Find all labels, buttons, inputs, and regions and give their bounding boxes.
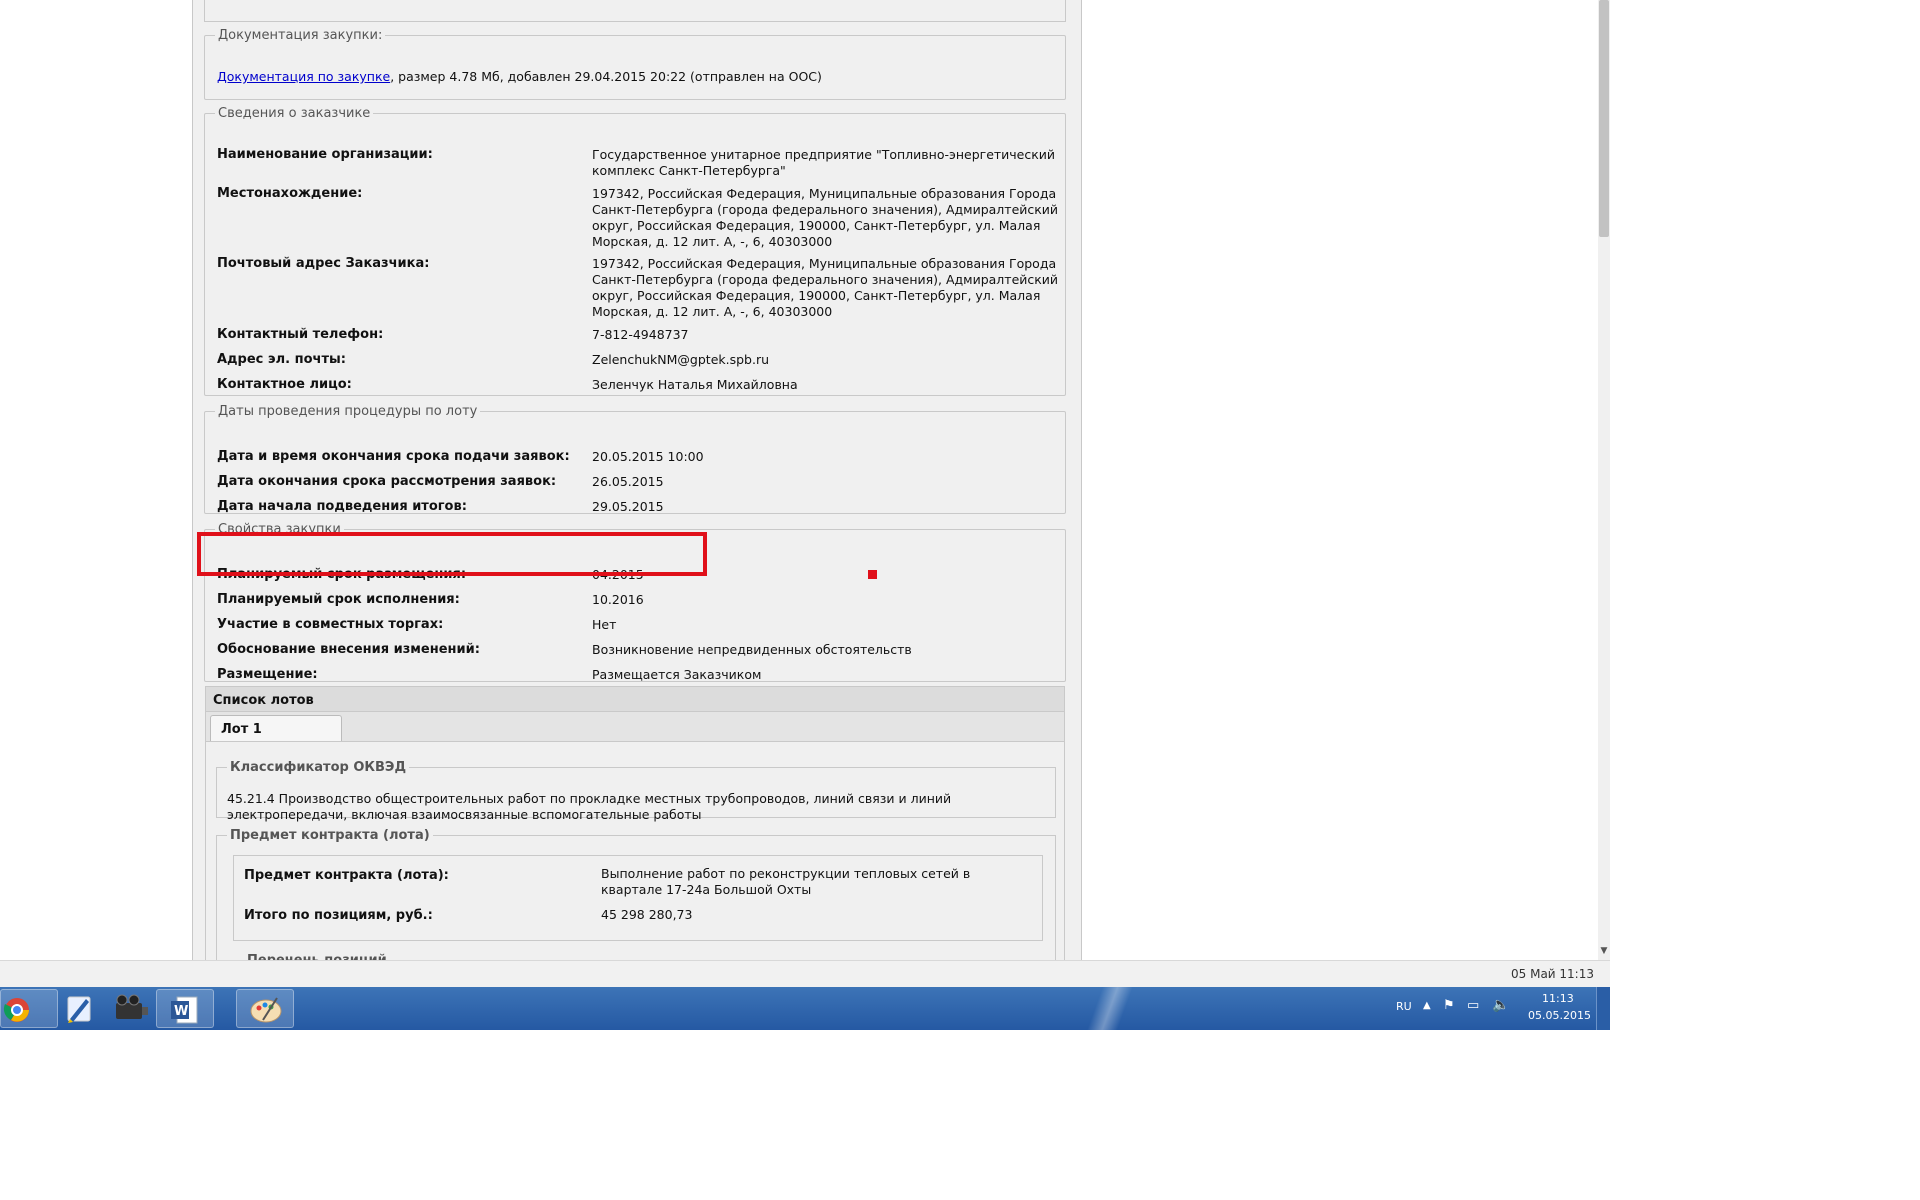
taskbar-media-app[interactable] [104, 989, 162, 1028]
previous-section-bottom [204, 0, 1066, 22]
svg-text:W: W [174, 1004, 188, 1019]
pen-tablet-icon [67, 996, 91, 1023]
taskbar-pen-app[interactable] [50, 989, 108, 1028]
taskbar: W RU ▲ ⚑ ▭ 🔈 11:13 05.05.2015 [0, 987, 1610, 1030]
row-value: Выполнение работ по реконструкции теплов… [601, 866, 971, 897]
row-label: Дата окончания срока рассмотрения заявок… [217, 474, 557, 489]
row-label: Местонахождение: [217, 186, 363, 201]
scrollbar-thumb[interactable] [1599, 0, 1609, 237]
row-label: Участие в совместных торгах: [217, 617, 444, 632]
taskbar-word[interactable]: W [156, 989, 214, 1028]
page-content: Документация закупки: Документация по за… [192, 0, 1082, 993]
clock-time[interactable]: 11:13 [1542, 992, 1574, 1005]
subject-box: Предмет контракта (лота): Выполнение раб… [233, 855, 1043, 941]
row-value: Возникновение непредвиденных обстоятельс… [592, 642, 912, 657]
row-label: Дата и время окончания срока подачи заяв… [217, 449, 570, 464]
language-indicator[interactable]: RU [1396, 1000, 1412, 1013]
documentation-row: Документация по закупке, размер 4.78 Мб,… [217, 69, 1057, 84]
lot-panel: Классификатор ОКВЭД 45.21.4 Производство… [205, 742, 1065, 993]
network-icon[interactable]: ▭ [1467, 998, 1479, 1013]
paint-icon [250, 997, 282, 1023]
clock-date[interactable]: 05.05.2015 [1528, 1009, 1591, 1022]
lot-tabs-bar: Лот 1 [205, 712, 1065, 742]
action-center-flag-icon[interactable]: ⚑ [1443, 998, 1455, 1013]
vertical-scrollbar[interactable]: ▼ [1598, 0, 1610, 960]
section-legend: Документация закупки: [218, 28, 383, 43]
film-projector-icon [116, 994, 148, 1019]
section-legend: Предмет контракта (лота) [230, 828, 430, 843]
row-value: Зеленчук Наталья Михайловна [592, 377, 798, 392]
documentation-section: Документация закупки: Документация по за… [204, 28, 1066, 100]
taskbar-paint[interactable] [236, 989, 294, 1028]
row-value: 45 298 280,73 [601, 907, 693, 922]
customer-section: Сведения о заказчике Наименование органи… [204, 106, 1066, 396]
row-value: 10.2016 [592, 592, 644, 607]
row-value: Государственное унитарное предприятие "Т… [592, 147, 1056, 178]
taskbar-glare [1080, 987, 1140, 1030]
status-datetime: 05 Май 11:13 [1511, 967, 1594, 981]
row-label: Наименование организации: [217, 147, 433, 162]
documentation-link[interactable]: Документация по закупке [217, 69, 390, 84]
row-label: Обоснование внесения изменений: [217, 642, 480, 657]
cursor-marker [868, 570, 877, 579]
highlight-annotation [197, 532, 707, 576]
row-label: Адрес эл. почты: [217, 352, 346, 367]
tray-expand-icon[interactable]: ▲ [1423, 1000, 1431, 1011]
okved-text: 45.21.4 Производство общестроительных ра… [227, 791, 952, 822]
row-value: 7-812-4948737 [592, 327, 689, 342]
row-label: Контактный телефон: [217, 327, 384, 342]
row-label: Контактное лицо: [217, 377, 352, 392]
documentation-info: , размер 4.78 Мб, добавлен 29.04.2015 20… [390, 69, 822, 84]
row-value: Размещается Заказчиком [592, 667, 762, 682]
tab-lot-1[interactable]: Лот 1 [210, 715, 342, 741]
dates-section: Даты проведения процедуры по лоту Дата и… [204, 404, 1066, 514]
row-value: Нет [592, 617, 617, 632]
browser-viewport: Документация закупки: Документация по за… [0, 0, 1610, 1030]
section-legend: Сведения о заказчике [218, 106, 371, 121]
row-label: Планируемый срок исполнения: [217, 592, 460, 607]
row-label: Почтовый адрес Заказчика: [217, 256, 430, 271]
row-value: 26.05.2015 [592, 474, 664, 489]
scroll-down-arrow-icon[interactable]: ▼ [1599, 946, 1609, 958]
subject-section: Предмет контракта (лота) Предмет контрак… [216, 828, 1056, 993]
status-bar: 05 Май 11:13 [0, 960, 1610, 987]
volume-icon[interactable]: 🔈 [1492, 997, 1509, 1013]
lots-list-header: Список лотов [205, 686, 1065, 712]
row-label: Дата начала подведения итогов: [217, 499, 467, 514]
row-value: 20.05.2015 10:00 [592, 449, 704, 464]
row-label: Предмет контракта (лота): [244, 868, 449, 883]
row-value: 197342, Российская Федерация, Муниципаль… [592, 186, 1059, 249]
section-legend: Даты проведения процедуры по лоту [218, 404, 478, 419]
word-icon: W [171, 996, 198, 1024]
row-value: ZelenchukNM@gptek.spb.ru [592, 352, 770, 367]
row-value: 29.05.2015 [592, 499, 664, 514]
section-legend: Классификатор ОКВЭД [230, 760, 407, 775]
okved-section: Классификатор ОКВЭД 45.21.4 Производство… [216, 760, 1056, 822]
row-label: Итого по позициям, руб.: [244, 908, 433, 923]
row-value: 197342, Российская Федерация, Муниципаль… [592, 256, 1059, 319]
show-desktop-button[interactable] [1596, 987, 1610, 1030]
row-label: Размещение: [217, 667, 318, 682]
